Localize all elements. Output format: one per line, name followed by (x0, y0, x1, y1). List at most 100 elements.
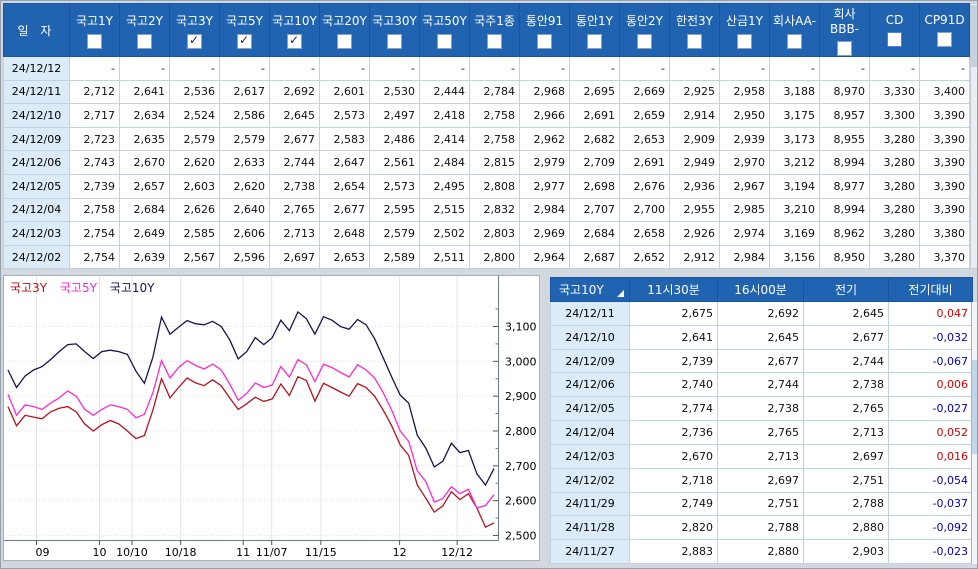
yield-value-cell[interactable]: 2,579 (220, 127, 270, 151)
yield-value-cell[interactable]: 2,958 (720, 80, 770, 104)
bt-change-cell[interactable]: -0,023 (889, 540, 973, 564)
yield-value-cell[interactable]: 3,188 (770, 80, 820, 104)
yield-value-cell[interactable]: - (270, 57, 320, 81)
yield-value-cell[interactable]: 3,280 (870, 174, 920, 198)
bt-value-cell[interactable]: 2,903 (804, 540, 889, 564)
yield-value-cell[interactable]: 2,955 (670, 198, 720, 222)
yield-value-cell[interactable]: 3,370 (920, 245, 970, 269)
yield-value-cell[interactable]: 2,659 (620, 104, 670, 128)
yield-value-cell[interactable]: 2,579 (370, 222, 420, 246)
bt-value-cell[interactable]: 2,880 (718, 540, 804, 564)
yield-value-cell[interactable]: 2,641 (120, 80, 170, 104)
yield-value-cell[interactable]: 2,985 (720, 198, 770, 222)
yield-value-cell[interactable]: - (320, 57, 370, 81)
yield-value-cell[interactable]: - (620, 57, 670, 81)
yield-value-cell[interactable]: 3,156 (770, 245, 820, 269)
yield-value-cell[interactable]: 2,658 (620, 222, 670, 246)
yield-value-cell[interactable]: 2,634 (120, 104, 170, 128)
yield-value-cell[interactable]: 2,964 (520, 245, 570, 269)
yield-value-cell[interactable]: 2,925 (670, 80, 720, 104)
column-checkbox[interactable] (937, 32, 952, 47)
bt-change-cell[interactable]: -0,027 (889, 397, 973, 421)
yield-value-cell[interactable]: - (70, 57, 120, 81)
yield-value-cell[interactable]: - (870, 57, 920, 81)
yield-value-cell[interactable]: - (920, 57, 970, 81)
bt-change-cell[interactable]: 0,016 (889, 444, 973, 468)
yield-value-cell[interactable]: 2,709 (570, 151, 620, 175)
yield-value-cell[interactable]: 3,280 (870, 127, 920, 151)
yield-value-cell[interactable]: 2,583 (320, 127, 370, 151)
bt-change-cell[interactable]: 0,006 (889, 373, 973, 397)
bt-value-cell[interactable]: 2,675 (630, 302, 718, 326)
yield-value-cell[interactable]: - (420, 57, 470, 81)
yield-value-cell[interactable]: 2,969 (520, 222, 570, 246)
yield-value-cell[interactable]: 2,669 (620, 80, 670, 104)
yield-value-cell[interactable]: 8,977 (820, 174, 870, 198)
yield-value-cell[interactable]: 2,695 (570, 80, 620, 104)
yield-value-cell[interactable]: 2,589 (370, 245, 420, 269)
yield-value-cell[interactable]: 2,620 (170, 151, 220, 175)
yield-value-cell[interactable]: 2,800 (470, 245, 520, 269)
yield-value-cell[interactable]: 2,743 (70, 151, 120, 175)
yield-value-cell[interactable]: 2,739 (70, 174, 120, 198)
yield-value-cell[interactable]: 2,949 (670, 151, 720, 175)
yield-value-cell[interactable]: 2,682 (570, 127, 620, 151)
yield-value-cell[interactable]: 8,994 (820, 151, 870, 175)
column-checkbox[interactable] (387, 34, 402, 49)
yield-value-cell[interactable]: 2,758 (70, 198, 120, 222)
bt-value-cell[interactable]: 2,670 (630, 444, 718, 468)
column-checkbox[interactable] (537, 34, 552, 49)
yield-value-cell[interactable]: 3,300 (870, 104, 920, 128)
bt-row-date-cell[interactable]: 24/11/27 (551, 540, 630, 564)
bt-column-header[interactable]: 전기대비 (889, 278, 973, 302)
yield-value-cell[interactable]: 2,586 (220, 104, 270, 128)
bt-column-header[interactable]: 16시00분 (718, 278, 804, 302)
yield-value-cell[interactable]: 3,175 (770, 104, 820, 128)
top-table-scrollbar-thumb[interactable] (971, 5, 977, 67)
yield-value-cell[interactable]: 2,979 (520, 151, 570, 175)
yield-value-cell[interactable]: 3,380 (920, 222, 970, 246)
bt-value-cell[interactable]: 2,765 (804, 397, 889, 421)
bt-row-date-cell[interactable]: 24/12/09 (551, 349, 630, 373)
bt-value-cell[interactable]: 2,774 (630, 397, 718, 421)
yield-value-cell[interactable]: 3,212 (770, 151, 820, 175)
bt-value-cell[interactable]: 2,738 (804, 373, 889, 397)
yield-value-cell[interactable]: 2,684 (570, 222, 620, 246)
bt-row-date-cell[interactable]: 24/12/05 (551, 397, 630, 421)
yield-value-cell[interactable]: 2,784 (470, 80, 520, 104)
yield-value-cell[interactable]: 2,418 (420, 104, 470, 128)
bt-row-date-cell[interactable]: 24/12/10 (551, 325, 630, 349)
yield-value-cell[interactable]: 3,400 (920, 80, 970, 104)
yield-value-cell[interactable]: 2,808 (470, 174, 520, 198)
bt-value-cell[interactable]: 2,718 (630, 468, 718, 492)
yield-value-cell[interactable]: 2,640 (220, 198, 270, 222)
column-checkbox[interactable] (437, 34, 452, 49)
yield-value-cell[interactable]: 2,626 (170, 198, 220, 222)
bt-value-cell[interactable]: 2,736 (630, 421, 718, 445)
column-checkbox[interactable]: ✓ (287, 34, 302, 49)
yield-value-cell[interactable]: 2,723 (70, 127, 120, 151)
yield-value-cell[interactable]: 2,677 (320, 198, 370, 222)
yield-value-cell[interactable]: 2,962 (520, 127, 570, 151)
yield-value-cell[interactable]: 2,617 (220, 80, 270, 104)
bt-row-date-cell[interactable]: 24/12/11 (551, 302, 630, 326)
yield-value-cell[interactable]: 2,561 (370, 151, 420, 175)
yield-value-cell[interactable]: 2,765 (270, 198, 320, 222)
yield-value-cell[interactable]: 2,670 (120, 151, 170, 175)
column-checkbox[interactable] (487, 34, 502, 49)
yield-value-cell[interactable]: 2,914 (670, 104, 720, 128)
yield-value-cell[interactable]: 2,754 (70, 222, 120, 246)
yield-value-cell[interactable]: 2,717 (70, 104, 120, 128)
yield-value-cell[interactable]: 2,497 (370, 104, 420, 128)
row-date-cell[interactable]: 24/12/03 (4, 222, 70, 246)
yield-value-cell[interactable]: 3,280 (870, 151, 920, 175)
yield-value-cell[interactable]: 3,173 (770, 127, 820, 151)
yield-value-cell[interactable]: 3,390 (920, 174, 970, 198)
yield-value-cell[interactable]: - (370, 57, 420, 81)
yield-value-cell[interactable]: 2,536 (170, 80, 220, 104)
yield-value-cell[interactable]: 2,691 (570, 104, 620, 128)
column-checkbox[interactable] (637, 34, 652, 49)
yield-value-cell[interactable]: 2,567 (170, 245, 220, 269)
yield-value-cell[interactable]: 3,280 (870, 245, 920, 269)
yield-value-cell[interactable]: 2,639 (120, 245, 170, 269)
